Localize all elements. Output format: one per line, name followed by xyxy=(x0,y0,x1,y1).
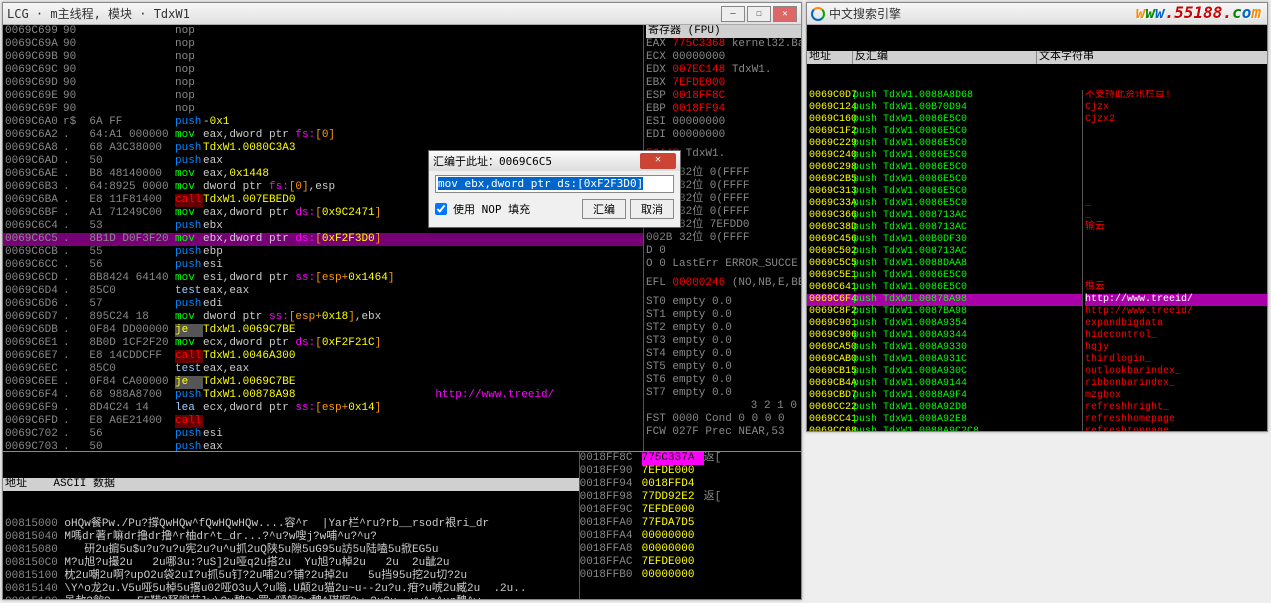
dialog-titlebar[interactable]: 汇编于此址：0069C6C5 ✕ xyxy=(429,151,680,171)
assemble-button[interactable]: 汇编 xyxy=(582,199,626,219)
site-logo: www.www.55188.com55188.com xyxy=(1136,3,1261,22)
nop-fill-label: 使用 NOP 填充 xyxy=(453,201,530,217)
swirl-icon xyxy=(811,7,825,21)
search-window: 中文搜索引擎 www.www.55188.com55188.com 地址 反汇编… xyxy=(806,2,1268,432)
minimize-button[interactable]: ‒ xyxy=(721,6,745,22)
registers-pane[interactable]: 寄存器 (FPU)EAX 775C3368 kernel32.BaECX 000… xyxy=(643,25,801,453)
debugger-window: LCG · m主线程, 模块 · TdxW1 ‒ ☐ ✕ 0069C69990n… xyxy=(2,2,802,600)
maximize-button[interactable]: ☐ xyxy=(747,6,771,22)
col-addr[interactable]: 地址 xyxy=(807,51,853,64)
col-string[interactable]: 文本字符串 xyxy=(1037,51,1267,64)
grid-header: 地址 反汇编 文本字符串 xyxy=(807,51,1267,64)
close-button[interactable]: ✕ xyxy=(773,6,797,22)
assembly-input[interactable]: mov ebx,dword ptr ds:[0xF2F3D0] xyxy=(435,175,674,193)
cancel-button[interactable]: 取消 xyxy=(630,199,674,219)
stack-pane[interactable]: 0018FF8C775C337A返[0018FF907EFDE0000018FF… xyxy=(580,452,801,599)
dialog-close-button[interactable]: ✕ xyxy=(640,153,676,169)
window-title: LCG · m主线程, 模块 · TdxW1 xyxy=(7,5,721,22)
bottom-panes: 地址 ASCII 数据 00815000 oHQw餐Pw./Pu?撐QwHQw^… xyxy=(3,451,801,599)
col-disasm[interactable]: 反汇编 xyxy=(853,51,1037,64)
nop-fill-checkbox[interactable] xyxy=(435,203,447,215)
assemble-dialog: 汇编于此址：0069C6C5 ✕ mov ebx,dword ptr ds:[0… xyxy=(428,150,681,228)
string-grid[interactable]: 地址 反汇编 文本字符串 0069C0D7push TdxW1.0088A8D6… xyxy=(807,25,1267,431)
dialog-title: 汇编于此址：0069C6C5 xyxy=(433,153,640,169)
dump-header: 地址 ASCII 数据 xyxy=(3,478,579,491)
memory-dump-pane[interactable]: 地址 ASCII 数据 00815000 oHQw餐Pw./Pu?撐QwHQw^… xyxy=(3,452,580,599)
titlebar[interactable]: LCG · m主线程, 模块 · TdxW1 ‒ ☐ ✕ xyxy=(3,3,801,25)
